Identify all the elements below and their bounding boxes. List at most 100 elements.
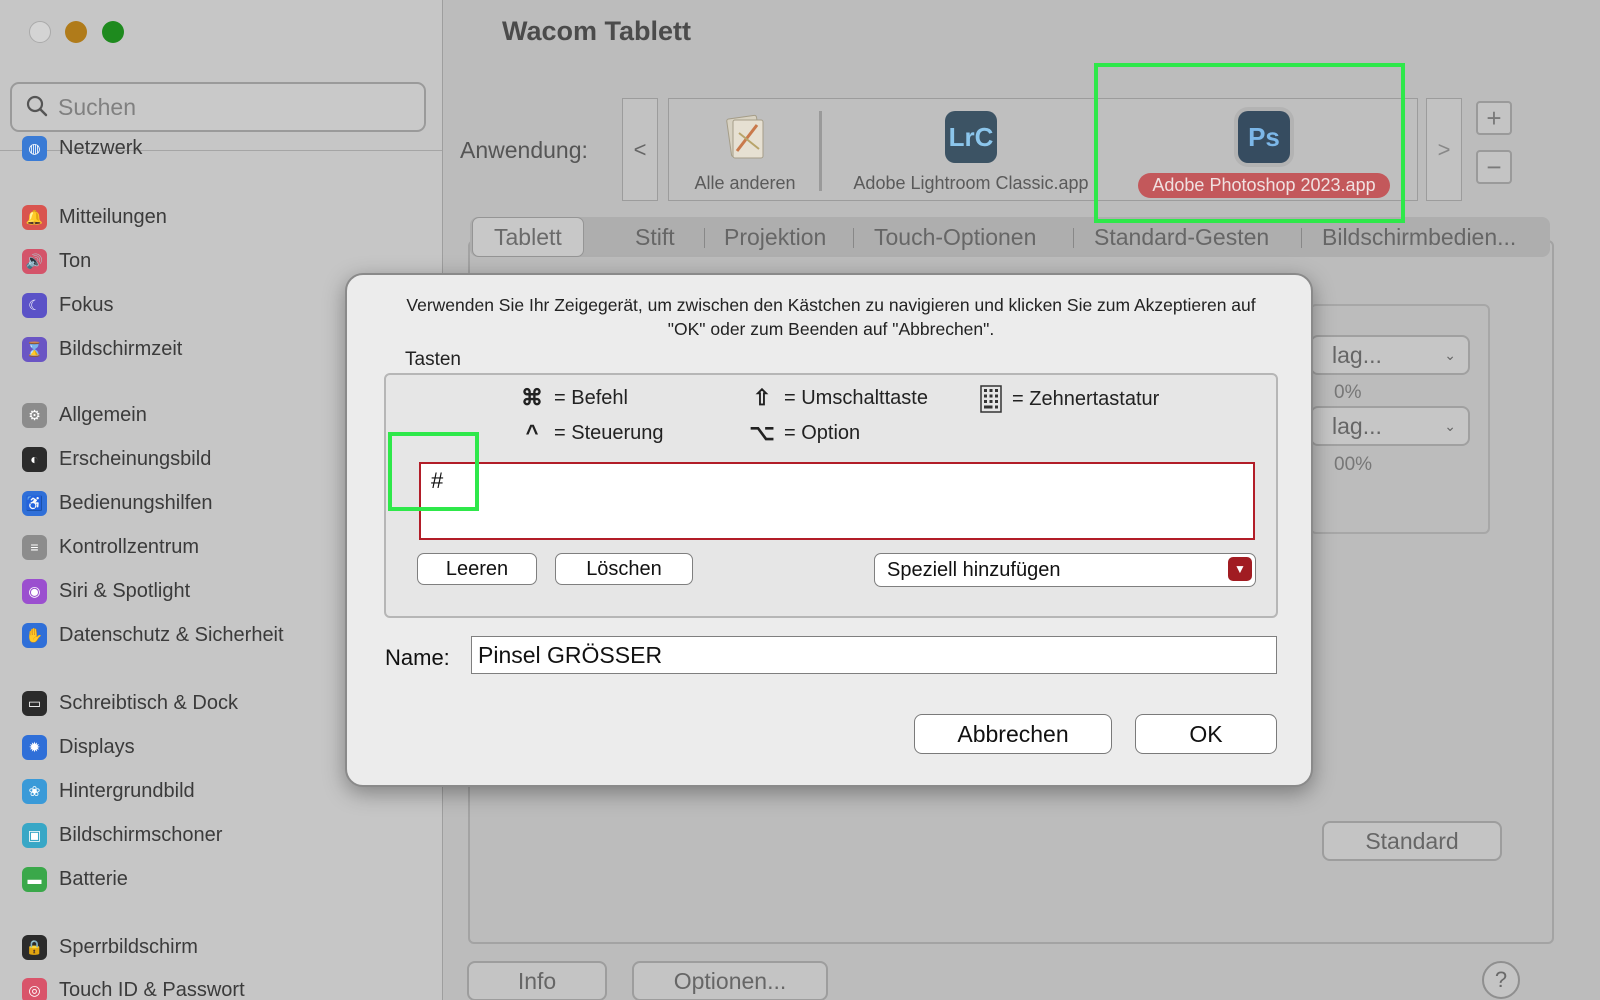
sidebar-item-label: Kontrollzentrum <box>59 535 200 558</box>
sidebar-item-label: Ton <box>59 249 92 272</box>
accessibility-icon: ♿ <box>22 490 47 516</box>
add-app-button[interactable]: + <box>1476 101 1512 135</box>
sidebar-item-label: Mitteilungen <box>59 205 167 228</box>
cancel-button[interactable]: Abbrechen <box>914 714 1112 754</box>
tab-bar: Tablett Stift Projektion Touch-Optionen … <box>470 217 1550 257</box>
keystroke-field[interactable]: # <box>419 462 1255 540</box>
sidebar-item-kontrollzentrum[interactable]: ≡ Kontrollzentrum <box>22 530 199 564</box>
sidebar-item-batterie[interactable]: ▬ Batterie <box>22 862 128 896</box>
sidebar-item-netzwerk[interactable]: ◍ Netzwerk <box>22 131 142 165</box>
app-tile-photoshop[interactable]: Ps Adobe Photoshop 2023.app <box>1119 99 1409 200</box>
sidebar-item-erscheinungsbild[interactable]: ◐ Erscheinungsbild <box>22 442 211 476</box>
sidebar-item-label: Allgemein <box>59 403 147 426</box>
application-label: Anwendung: <box>460 137 588 163</box>
name-input[interactable] <box>471 636 1277 674</box>
fingerprint-icon: ◎ <box>22 977 47 1000</box>
legend-label: = Steuerung <box>554 421 664 444</box>
sidebar-item-label: Displays <box>59 735 135 758</box>
search-icon <box>26 95 48 117</box>
app-strip-divider <box>819 111 822 191</box>
app-tile-lightroom[interactable]: LrC Adobe Lightroom Classic.app <box>831 99 1111 200</box>
sidebar-item-hintergrundbild[interactable]: ❀ Hintergrundbild <box>22 774 195 808</box>
app-scroll-right-button[interactable]: > <box>1426 98 1462 201</box>
moon-icon: ☾ <box>22 292 47 318</box>
option-key-icon: ⌥ <box>749 420 775 445</box>
legend-command: ⌘ = Befehl <box>518 385 628 411</box>
keys-group: ⌘ = Befehl ^ = Steuerung ⇧ = Umschalttas… <box>384 373 1278 618</box>
sidebar-item-label: Bildschirmzeit <box>59 337 183 360</box>
mapping-select-2[interactable]: lag... ⌄ <box>1310 406 1470 446</box>
app-name: Alle anderen <box>694 173 796 193</box>
sidebar-item-allgemein[interactable]: ⚙ Allgemein <box>22 398 147 432</box>
command-key-icon: ⌘ <box>521 385 543 410</box>
options-button[interactable]: Optionen... <box>632 961 828 1000</box>
sidebar-item-ton[interactable]: 🔊 Ton <box>22 244 91 278</box>
tab-tablett[interactable]: Tablett <box>472 217 584 257</box>
sidebar-item-schreibtisch-dock[interactable]: ▭ Schreibtisch & Dock <box>22 686 238 720</box>
select-value: Speziell hinzufügen <box>887 558 1061 581</box>
legend-label: = Umschalttaste <box>784 386 928 409</box>
photoshop-icon: Ps <box>1238 111 1290 163</box>
search-input[interactable] <box>58 92 408 122</box>
tab-separator <box>853 228 854 248</box>
sidebar-item-mitteilungen[interactable]: 🔔 Mitteilungen <box>22 200 167 234</box>
sidebar-item-label: Siri & Spotlight <box>59 579 191 602</box>
window-maximize-button[interactable] <box>102 21 124 43</box>
sidebar-item-displays[interactable]: ✹ Displays <box>22 730 135 764</box>
mapping-select-1[interactable]: lag... ⌄ <box>1310 335 1470 375</box>
info-button[interactable]: Info <box>467 961 607 1000</box>
window-minimize-button[interactable] <box>65 21 87 43</box>
all-apps-icon <box>719 111 771 163</box>
lock-icon: 🔒 <box>22 934 47 960</box>
app-name: Adobe Lightroom Classic.app <box>853 173 1089 193</box>
app-name-selected: Adobe Photoshop 2023.app <box>1138 173 1390 198</box>
sidebar-item-siri-spotlight[interactable]: ◉ Siri & Spotlight <box>22 574 190 608</box>
search-field[interactable] <box>10 82 426 132</box>
sidebar-item-label: Datenschutz & Sicherheit <box>59 623 284 646</box>
delete-button[interactable]: Löschen <box>555 553 693 585</box>
tab-stift[interactable]: Stift <box>635 217 675 257</box>
sidebar-item-label: Bildschirmschoner <box>59 823 223 846</box>
siri-icon: ◉ <box>22 578 47 604</box>
tab-separator <box>1073 228 1074 248</box>
name-label: Name: <box>385 645 450 670</box>
select-value: lag... <box>1332 341 1382 368</box>
select-value: lag... <box>1332 412 1382 439</box>
tab-standard-gesten[interactable]: Standard-Gesten <box>1094 217 1269 257</box>
sidebar-item-bedienungshilfen[interactable]: ♿ Bedienungshilfen <box>22 486 212 520</box>
chevron-down-icon: ⌄ <box>1444 417 1456 434</box>
lightroom-icon: LrC <box>945 111 997 163</box>
screensaver-icon: ▣ <box>22 822 47 848</box>
appearance-icon: ◐ <box>22 446 47 472</box>
chevron-down-icon: ⌄ <box>1444 346 1456 363</box>
window-close-button[interactable] <box>29 21 51 43</box>
app-scroll-left-button[interactable]: < <box>622 98 658 201</box>
sidebar-item-sperrbildschirm[interactable]: 🔒 Sperrbildschirm <box>22 930 198 964</box>
sidebar-item-label: Schreibtisch & Dock <box>59 691 238 714</box>
sidebar-item-touch-id-passwort[interactable]: ◎ Touch ID & Passwort <box>22 973 245 1000</box>
tab-bildschirmbedienung[interactable]: Bildschirmbedien... <box>1322 217 1516 257</box>
app-tile-alle-anderen[interactable]: Alle anderen <box>673 99 817 200</box>
hourglass-icon: ⌛ <box>22 336 47 362</box>
help-button[interactable]: ? <box>1482 961 1520 999</box>
dock-icon: ▭ <box>22 690 47 716</box>
sidebar-item-bildschirmzeit[interactable]: ⌛ Bildschirmzeit <box>22 332 182 366</box>
tab-projektion[interactable]: Projektion <box>724 217 826 257</box>
battery-icon: ▬ <box>22 866 47 892</box>
sidebar-item-bildschirmschoner[interactable]: ▣ Bildschirmschoner <box>22 818 222 852</box>
globe-icon: ◍ <box>22 135 47 161</box>
standard-button[interactable]: Standard <box>1322 821 1502 861</box>
clear-button[interactable]: Leeren <box>417 553 537 585</box>
keys-group-label: Tasten <box>405 349 461 370</box>
tab-separator <box>704 228 705 248</box>
tab-touch-optionen[interactable]: Touch-Optionen <box>874 217 1036 257</box>
legend-option: ⌥ = Option <box>748 420 860 446</box>
control-key-icon: ^ <box>525 420 539 445</box>
sidebar-item-label: Sperrbildschirm <box>59 935 198 958</box>
sidebar-item-label: Erscheinungsbild <box>59 447 212 470</box>
ok-button[interactable]: OK <box>1135 714 1277 754</box>
sidebar-item-fokus[interactable]: ☾ Fokus <box>22 288 113 322</box>
sidebar-item-datenschutz-sicherheit[interactable]: ✋ Datenschutz & Sicherheit <box>22 618 284 652</box>
remove-app-button[interactable]: − <box>1476 150 1512 184</box>
special-add-select[interactable]: Speziell hinzufügen ▼ <box>874 553 1256 587</box>
